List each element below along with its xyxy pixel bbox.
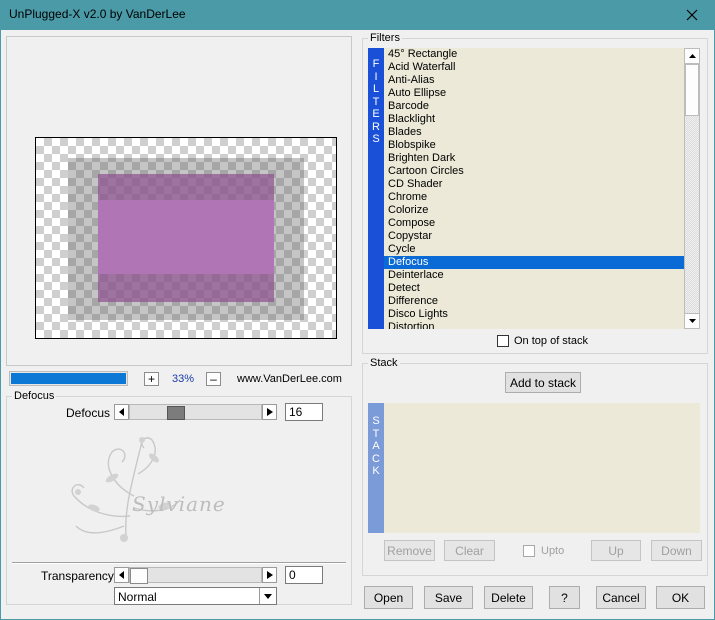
stack-side-bar: STACK <box>368 403 384 533</box>
on-top-checkbox[interactable] <box>497 335 509 347</box>
transparency-increase-button[interactable] <box>262 567 277 583</box>
arrow-left-icon <box>118 408 124 416</box>
close-button[interactable] <box>669 0 715 30</box>
defocus-slider-thumb[interactable] <box>166 406 185 420</box>
arrow-down-icon <box>688 319 696 323</box>
params-group-label: Defocus <box>12 390 57 402</box>
params-separator <box>12 562 346 564</box>
filter-item[interactable]: Anti-Alias <box>384 74 684 87</box>
filter-item[interactable]: Distortion <box>384 321 684 329</box>
defocus-label: Defocus <box>66 406 111 420</box>
filter-item[interactable]: Detect <box>384 282 684 295</box>
filter-item[interactable]: Copystar <box>384 230 684 243</box>
clear-button[interactable]: Clear <box>444 540 495 561</box>
preview-panel <box>6 36 352 366</box>
chevron-down-icon <box>264 593 272 599</box>
upto-checkbox[interactable] <box>523 545 535 557</box>
filter-item[interactable]: 45° Rectangle <box>384 48 684 61</box>
transparency-slider-thumb[interactable] <box>130 568 148 584</box>
transparency-slider[interactable] <box>129 567 262 584</box>
filter-item[interactable]: Blacklight <box>384 113 684 126</box>
arrow-left-icon <box>118 571 124 579</box>
filter-item[interactable]: CD Shader <box>384 178 684 191</box>
filter-item[interactable]: Cycle <box>384 243 684 256</box>
progress-bar <box>9 371 128 386</box>
stack-list[interactable] <box>384 403 700 533</box>
close-icon <box>686 9 698 21</box>
defocus-decrease-button[interactable] <box>114 404 129 420</box>
progress-fill <box>11 373 126 384</box>
filters-side-label: FILTERS <box>372 58 380 145</box>
blend-mode-select[interactable]: Normal <box>114 587 277 605</box>
on-top-label: On top of stack <box>514 335 588 347</box>
filter-item[interactable]: Compose <box>384 217 684 230</box>
zoom-level: 33% <box>172 373 195 385</box>
blend-mode-dropdown-button[interactable] <box>259 588 276 604</box>
transparency-decrease-button[interactable] <box>114 567 129 583</box>
filter-item[interactable]: Auto Ellipse <box>384 87 684 100</box>
arrow-right-icon <box>266 408 273 416</box>
scroll-down-button[interactable] <box>685 313 699 328</box>
watermark-ornament-icon <box>71 437 181 542</box>
watermark: Sylviane <box>64 426 234 556</box>
filter-item[interactable]: Difference <box>384 295 684 308</box>
filter-item[interactable]: Brighten Dark <box>384 152 684 165</box>
filter-item[interactable]: Cartoon Circles <box>384 165 684 178</box>
filter-item[interactable]: Defocus <box>384 256 684 269</box>
scroll-up-button[interactable] <box>685 49 699 64</box>
remove-button[interactable]: Remove <box>384 540 435 561</box>
title-bar: UnPlugged-X v2.0 by VanDerLee <box>0 0 715 30</box>
preview-center-fill <box>98 200 274 274</box>
scroll-thumb[interactable] <box>685 64 699 116</box>
filters-scrollbar[interactable] <box>684 48 700 329</box>
up-button[interactable]: Up <box>591 540 641 561</box>
filter-item[interactable]: Deinterlace <box>384 269 684 282</box>
filters-side-bar: FILTERS <box>368 48 384 329</box>
defocus-value-field[interactable]: 16 <box>285 403 323 421</box>
stack-group-label: Stack <box>368 357 400 369</box>
filter-item[interactable]: Blades <box>384 126 684 139</box>
window-title: UnPlugged-X v2.0 by VanDerLee <box>9 7 186 21</box>
blend-mode-value: Normal <box>118 590 157 604</box>
filter-item[interactable]: Barcode <box>384 100 684 113</box>
arrow-up-icon <box>688 54 696 58</box>
preview-image[interactable] <box>35 137 337 339</box>
add-to-stack-button[interactable]: Add to stack <box>505 372 581 393</box>
filter-item[interactable]: Blobspike <box>384 139 684 152</box>
zoom-out-button[interactable]: – <box>206 372 221 386</box>
website-link[interactable]: www.VanDerLee.com <box>237 373 342 385</box>
save-button[interactable]: Save <box>424 586 473 609</box>
filter-item[interactable]: Chrome <box>384 191 684 204</box>
upto-label: Upto <box>541 545 565 557</box>
filters-list[interactable]: 45° Rectangle Acid Waterfall Anti-Alias Aut… <box>384 48 684 329</box>
filter-item[interactable]: Acid Waterfall <box>384 61 684 74</box>
transparency-value-field[interactable]: 0 <box>285 566 323 584</box>
defocus-slider[interactable] <box>129 404 262 420</box>
help-button[interactable]: ? <box>549 586 580 609</box>
watermark-text: Sylviane <box>132 492 226 516</box>
cancel-button[interactable]: Cancel <box>596 586 646 609</box>
transparency-label: Transparency <box>41 569 114 583</box>
arrow-right-icon <box>266 571 273 579</box>
filter-item[interactable]: Disco Lights <box>384 308 684 321</box>
delete-button[interactable]: Delete <box>484 586 533 609</box>
zoom-in-button[interactable]: + <box>144 372 159 386</box>
defocus-increase-button[interactable] <box>262 404 277 420</box>
down-button[interactable]: Down <box>651 540 702 561</box>
open-button[interactable]: Open <box>364 586 413 609</box>
filter-item[interactable]: Colorize <box>384 204 684 217</box>
filters-group-label: Filters <box>368 32 402 44</box>
stack-side-label: STACK <box>372 415 380 477</box>
ok-button[interactable]: OK <box>656 586 705 609</box>
